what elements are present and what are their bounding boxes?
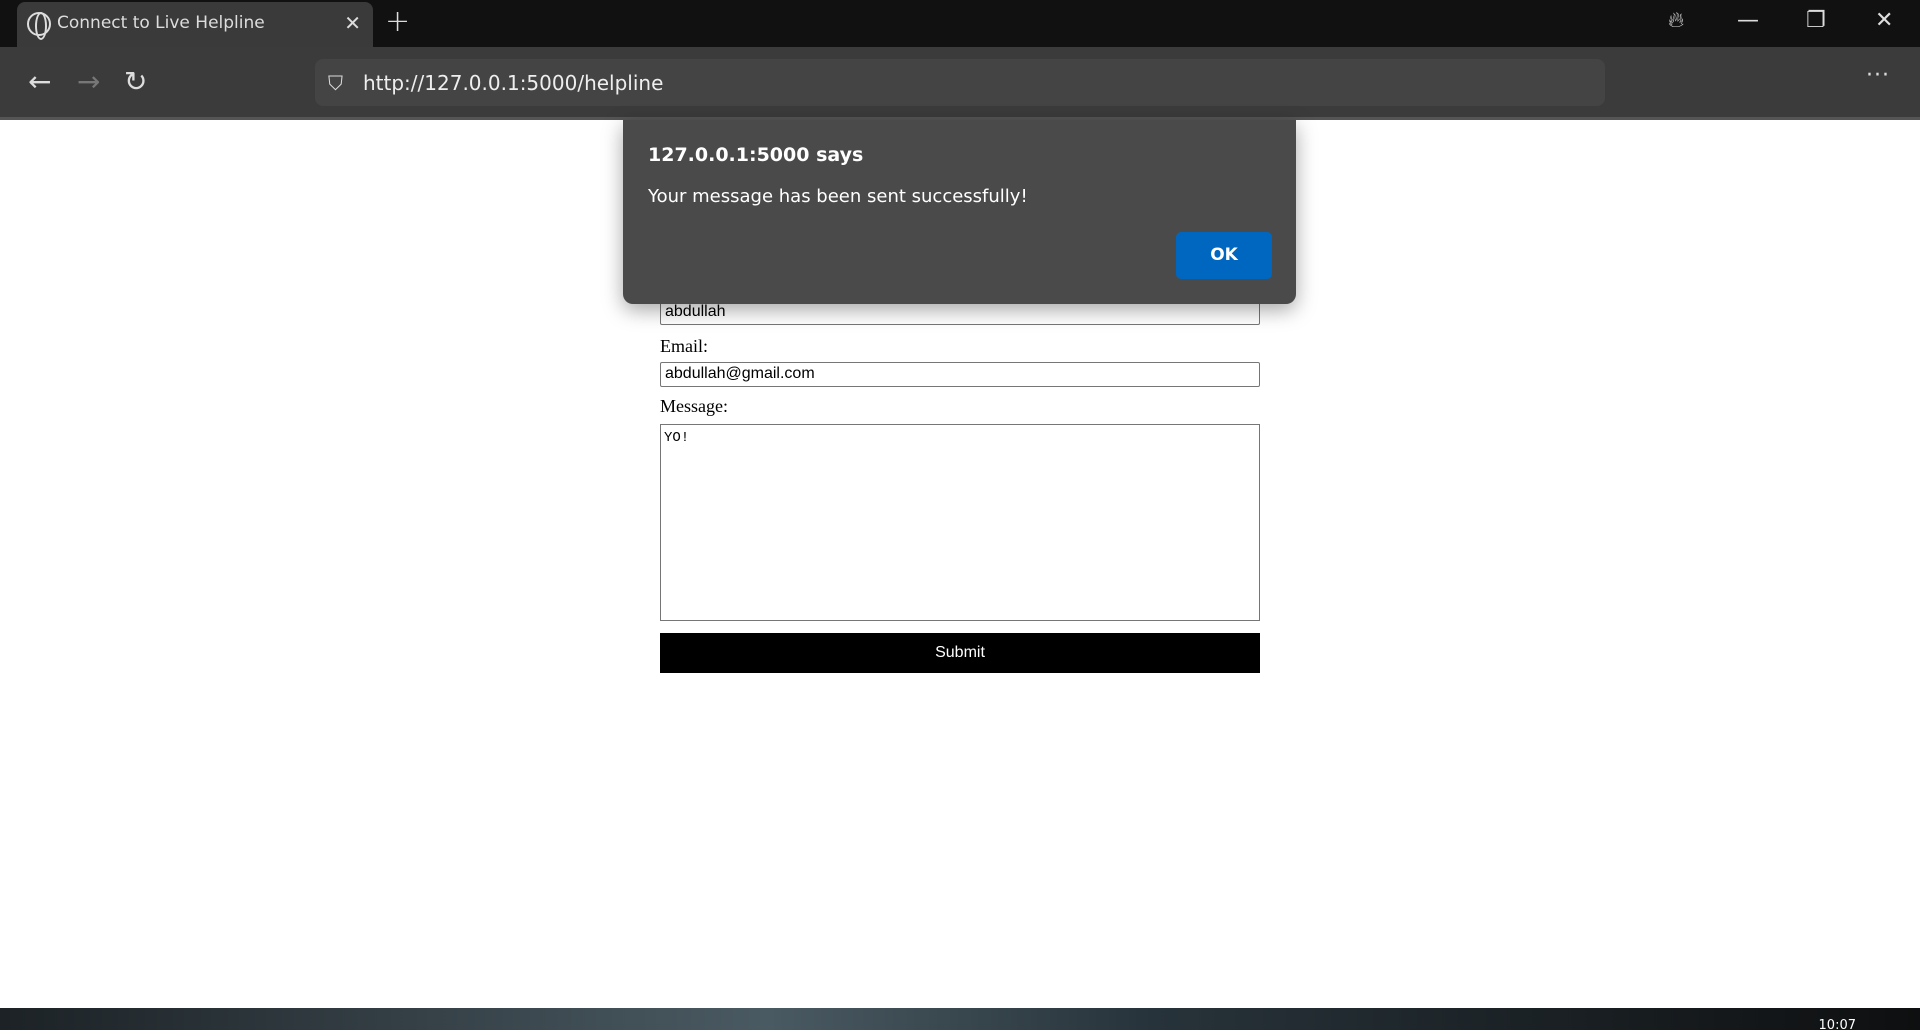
forward-button[interactable]: → bbox=[77, 65, 100, 98]
shield-icon[interactable]: ⛉ bbox=[328, 71, 343, 95]
alert-dialog: 127.0.0.1:5000 says Your message has bee… bbox=[623, 120, 1296, 304]
close-tab-icon[interactable]: ✕ bbox=[344, 11, 361, 35]
taskbar: 10:07 bbox=[0, 1008, 1920, 1033]
message-label: Message: bbox=[660, 396, 728, 416]
ok-button[interactable]: OK bbox=[1176, 232, 1272, 279]
address-bar[interactable]: ⛉ http://127.0.0.1:5000/helpline bbox=[315, 59, 1605, 106]
tab-bar: Connect to Live Helpline ✕ + 🔥︎ — ❐ ✕ bbox=[0, 0, 1920, 47]
dialog-title: 127.0.0.1:5000 says bbox=[648, 144, 864, 166]
url-text: http://127.0.0.1:5000/helpline bbox=[363, 71, 664, 95]
globe-icon bbox=[27, 12, 51, 40]
reload-button[interactable]: ↻ bbox=[124, 65, 147, 98]
more-menu-button[interactable]: ··· bbox=[1866, 63, 1890, 88]
minimize-button[interactable]: — bbox=[1737, 8, 1759, 33]
restore-button[interactable]: ❐ bbox=[1806, 8, 1826, 33]
flame-icon[interactable]: 🔥︎ bbox=[1668, 8, 1684, 33]
close-window-button[interactable]: ✕ bbox=[1875, 8, 1893, 33]
taskbar-clock: 10:07 bbox=[1818, 1018, 1856, 1033]
email-label: Email: bbox=[660, 336, 708, 356]
message-textarea[interactable]: YO! bbox=[660, 424, 1260, 621]
tab-title: Connect to Live Helpline bbox=[57, 13, 265, 33]
browser-toolbar: ← → ↻ ⛉ http://127.0.0.1:5000/helpline ·… bbox=[0, 47, 1920, 120]
submit-button[interactable]: Submit bbox=[660, 633, 1260, 673]
email-input[interactable]: abdullah@gmail.com bbox=[660, 362, 1260, 387]
browser-tab[interactable]: Connect to Live Helpline ✕ bbox=[17, 2, 373, 47]
new-tab-button[interactable]: + bbox=[385, 4, 410, 39]
dialog-message: Your message has been sent successfully! bbox=[648, 186, 1028, 207]
back-button[interactable]: ← bbox=[28, 65, 51, 98]
